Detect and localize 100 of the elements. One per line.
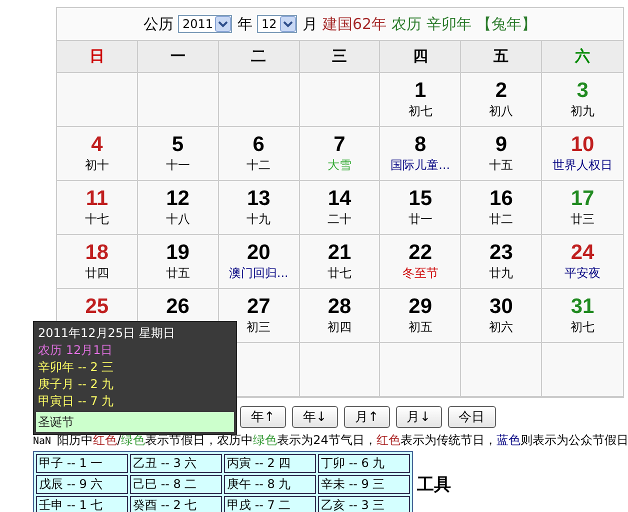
day-cell[interactable]: 21 廿七 — [300, 235, 380, 289]
day-number: 26 — [166, 295, 190, 319]
day-cell[interactable]: 27 初三 — [218, 289, 300, 343]
lunar-date: 二十 — [327, 211, 352, 227]
nav-button[interactable]: 月↓ — [396, 406, 442, 428]
table-cell: 壬申 -- 1 七 — [36, 496, 128, 512]
nav-button[interactable]: 今日 — [448, 406, 496, 428]
day-cell[interactable]: 1 初七 — [380, 73, 462, 127]
lunar-date: 廿五 — [166, 265, 190, 281]
caret-icon — [215, 16, 232, 32]
table-cell: 庚午 -- 8 九 — [224, 475, 316, 494]
day-number: 9 — [495, 133, 508, 157]
day-cell[interactable]: 9 十五 — [461, 127, 542, 181]
day-cell[interactable]: 6 十二 — [218, 127, 300, 181]
table-cell: 乙亥 -- 3 三 — [318, 496, 410, 512]
day-number: 22 — [408, 241, 432, 265]
day-cell[interactable]: 3 初九 — [542, 73, 623, 127]
day-number: 27 — [246, 295, 270, 319]
lunar-date: 廿七 — [327, 265, 352, 281]
day-number: 1 — [414, 79, 426, 103]
day-number: 10 — [570, 133, 594, 157]
lunar-date: 廿一 — [408, 211, 432, 227]
lunar-date: 初九 — [570, 103, 595, 119]
lunar-date: 初八 — [489, 103, 514, 119]
lunar-date: 大雪 — [327, 157, 352, 173]
day-number: 7 — [334, 133, 346, 157]
day-number: 25 — [85, 295, 109, 319]
day-number: 12 — [166, 187, 190, 211]
lunar-date: 廿四 — [84, 265, 109, 281]
lunar-date: 十七 — [84, 211, 109, 227]
day-number: 17 — [570, 187, 594, 211]
nav-button[interactable]: 年↓ — [292, 406, 338, 428]
nav-button[interactable]: 月↑ — [344, 406, 390, 428]
weekday-header: 四 — [380, 41, 462, 73]
lunar-date: 十九 — [246, 211, 271, 227]
tooltip-ganzhi: 庚子月 -- 2 九 — [37, 376, 115, 393]
zodiac-year: 【兔年】 — [476, 14, 537, 34]
lunar-date: 十一 — [166, 157, 190, 173]
day-cell[interactable]: 17 廿三 — [542, 181, 623, 235]
day-cell[interactable]: 10 世界人权日 — [542, 127, 623, 181]
lunar-date: 国际儿童... — [390, 157, 450, 173]
weekday-header: 六 — [542, 41, 623, 73]
day-cell[interactable]: 31 初七 — [542, 289, 623, 343]
lunar-date: 冬至节 — [402, 265, 438, 281]
section-heading: 工具 — [417, 474, 451, 496]
day-cell[interactable]: 11 十七 — [57, 181, 138, 235]
day-cell[interactable]: 22 冬至节 — [380, 235, 462, 289]
lunar-date: 十五 — [489, 157, 514, 173]
month-label: 月 — [302, 14, 318, 34]
national-year: 建国62年 — [322, 14, 387, 34]
day-cell[interactable]: 5 十一 — [138, 127, 219, 181]
weekday-header: 一 — [138, 41, 219, 73]
lunar-date: 澳门回归... — [228, 265, 288, 281]
lunar-date: 廿三 — [570, 211, 595, 227]
day-number: 13 — [246, 187, 270, 211]
day-cell[interactable]: 24 平安夜 — [542, 235, 623, 289]
month-select[interactable]: 12 — [257, 15, 298, 33]
day-cell[interactable]: 13 十九 — [218, 181, 300, 235]
tooltip-lunar-date: 农历 12月1日 — [37, 342, 114, 359]
lunar-date: 世界人权日 — [552, 157, 613, 173]
tooltip-festival: 圣诞节 — [36, 412, 234, 432]
table-cell: 丁卯 -- 6 九 — [318, 454, 410, 473]
solar-label: 公历 — [143, 14, 174, 34]
day-number: 2 — [495, 79, 508, 103]
lunar-label: 农历 — [392, 14, 422, 34]
day-number: 21 — [328, 241, 352, 265]
day-number: 24 — [570, 241, 594, 265]
day-cell[interactable]: 19 廿五 — [138, 235, 219, 289]
lunar-date: 平安夜 — [564, 265, 601, 281]
day-number: 28 — [328, 295, 352, 319]
day-number: 19 — [166, 241, 190, 265]
day-cell[interactable]: 28 初四 — [300, 289, 380, 343]
day-cell[interactable]: 29 初五 — [380, 289, 462, 343]
weekday-header: 三 — [300, 41, 380, 73]
table-cell: 辛未 -- 9 三 — [318, 475, 410, 494]
day-cell[interactable]: 4 初十 — [57, 127, 138, 181]
day-number: 30 — [490, 295, 513, 319]
year-select[interactable]: 2011 — [178, 15, 232, 33]
day-cell[interactable]: 12 十八 — [138, 181, 219, 235]
day-cell[interactable]: 15 廿一 — [380, 181, 462, 235]
day-number: 14 — [328, 187, 352, 211]
day-cell[interactable]: 14 二十 — [300, 181, 380, 235]
day-number: 23 — [490, 241, 513, 265]
day-number: 11 — [86, 187, 108, 211]
lunar-date: 初六 — [489, 319, 514, 335]
nav-button[interactable]: 年↑ — [240, 406, 286, 428]
day-cell[interactable]: 30 初六 — [461, 289, 542, 343]
weekday-header: 五 — [461, 41, 542, 73]
day-number: 29 — [408, 295, 432, 319]
day-cell[interactable]: 16 廿二 — [461, 181, 542, 235]
day-cell[interactable]: 23 廿九 — [461, 235, 542, 289]
day-cell[interactable]: 20 澳门回归... — [218, 235, 300, 289]
day-cell[interactable]: 8 国际儿童... — [380, 127, 462, 181]
day-cell[interactable]: 18 廿四 — [57, 235, 138, 289]
lunar-date: 初七 — [408, 103, 432, 119]
caret-icon — [280, 16, 296, 32]
day-cell[interactable]: 7 大雪 — [300, 127, 380, 181]
weekday-header: 二 — [218, 41, 300, 73]
day-number: 18 — [85, 241, 109, 265]
day-cell[interactable]: 2 初八 — [461, 73, 542, 127]
